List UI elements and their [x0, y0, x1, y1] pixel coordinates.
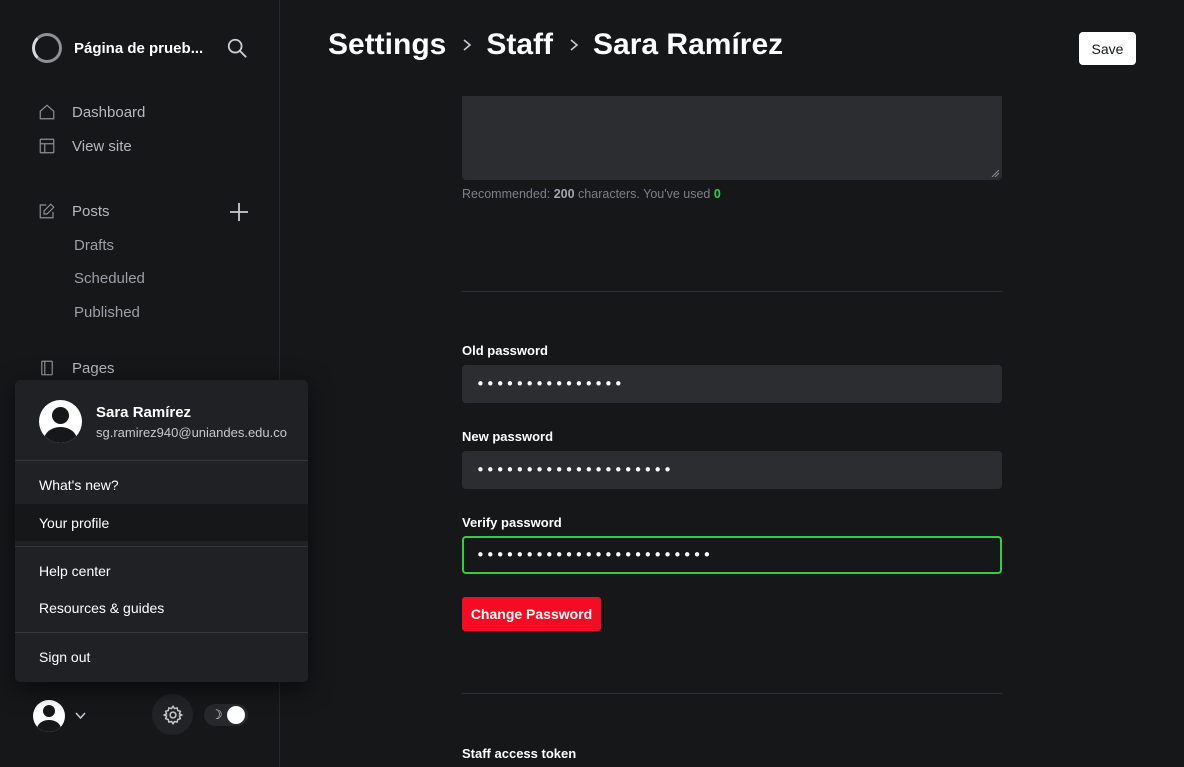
search-icon[interactable] — [226, 37, 248, 59]
breadcrumb: Settings Staff Sara Ramírez — [328, 28, 783, 62]
change-password-button[interactable]: Change Password — [462, 597, 601, 631]
chevron-right-icon — [463, 39, 472, 51]
sidebar-item-posts[interactable]: Posts — [38, 202, 110, 220]
sidebar-item-label: View site — [72, 137, 132, 155]
resize-handle-icon[interactable] — [991, 169, 999, 177]
site-logo — [32, 33, 62, 63]
add-post-icon[interactable] — [229, 202, 249, 222]
sidebar-item-published[interactable]: Published — [74, 304, 140, 321]
user-name: Sara Ramírez — [96, 403, 192, 421]
breadcrumb-staff[interactable]: Staff — [486, 28, 553, 62]
toggle-knob — [227, 706, 245, 724]
breadcrumb-settings[interactable]: Settings — [328, 28, 446, 62]
sidebar-item-scheduled[interactable]: Scheduled — [74, 270, 145, 287]
menu-item-help-center[interactable]: Help center — [15, 552, 308, 589]
menu-item-whats-new[interactable]: What's new? — [15, 466, 308, 503]
chevron-down-icon[interactable] — [74, 709, 87, 722]
verify-password-field[interactable]: •••••••••••••••••••••••• — [462, 536, 1002, 574]
section-divider — [462, 291, 1002, 292]
divider — [15, 460, 308, 461]
chevron-right-icon — [570, 39, 579, 51]
sidebar-item-label: Posts — [72, 202, 110, 220]
pages-icon — [41, 360, 53, 376]
divider — [15, 632, 308, 633]
avatar — [39, 400, 82, 443]
sidebar-item-pages[interactable]: Pages — [38, 359, 115, 377]
user-info: Sara Ramírez sg.ramirez940@uniandes.edu.… — [39, 400, 287, 443]
save-button[interactable]: Save — [1079, 32, 1136, 65]
section-divider — [462, 693, 1002, 694]
settings-button[interactable] — [152, 694, 193, 735]
sidebar-item-drafts[interactable]: Drafts — [74, 237, 114, 254]
bio-textarea[interactable] — [462, 96, 1002, 180]
sidebar-item-view-site[interactable]: View site — [38, 137, 132, 155]
menu-item-resources-guides[interactable]: Resources & guides — [15, 589, 308, 626]
site-title: Página de prueb... — [74, 39, 204, 57]
old-password-label: Old password — [462, 343, 548, 358]
user-menu-dropdown: Sara Ramírez sg.ramirez940@uniandes.edu.… — [15, 380, 308, 682]
sidebar-item-label: Dashboard — [72, 103, 146, 121]
sidebar-item-dashboard[interactable]: Dashboard — [38, 103, 145, 121]
new-password-field[interactable]: •••••••••••••••••••• — [462, 451, 1002, 489]
menu-item-sign-out[interactable]: Sign out — [15, 638, 308, 675]
user-email: sg.ramirez940@uniandes.edu.co — [96, 424, 287, 440]
dark-mode-toggle[interactable]: ☽ — [204, 704, 248, 726]
sidebar-item-label: Pages — [72, 359, 115, 377]
moon-icon: ☽ — [211, 707, 223, 722]
bio-hint: Recommended: 200 characters. You've used… — [462, 187, 721, 201]
divider — [15, 546, 308, 547]
avatar[interactable] — [33, 700, 65, 732]
pencil-icon — [39, 203, 55, 219]
home-icon — [39, 104, 55, 120]
gear-icon — [162, 704, 183, 725]
new-password-label: New password — [462, 429, 554, 444]
staff-token-label: Staff access token — [462, 746, 577, 761]
verify-password-label: Verify password — [462, 515, 562, 530]
bio-char-count: 0 — [713, 187, 721, 201]
page-title: Sara Ramírez — [593, 28, 784, 61]
layout-icon — [39, 138, 55, 154]
menu-item-your-profile[interactable]: Your profile — [15, 504, 308, 541]
site-brand[interactable]: Página de prueb... — [32, 32, 209, 64]
old-password-field[interactable]: ••••••••••••••• — [462, 365, 1002, 403]
